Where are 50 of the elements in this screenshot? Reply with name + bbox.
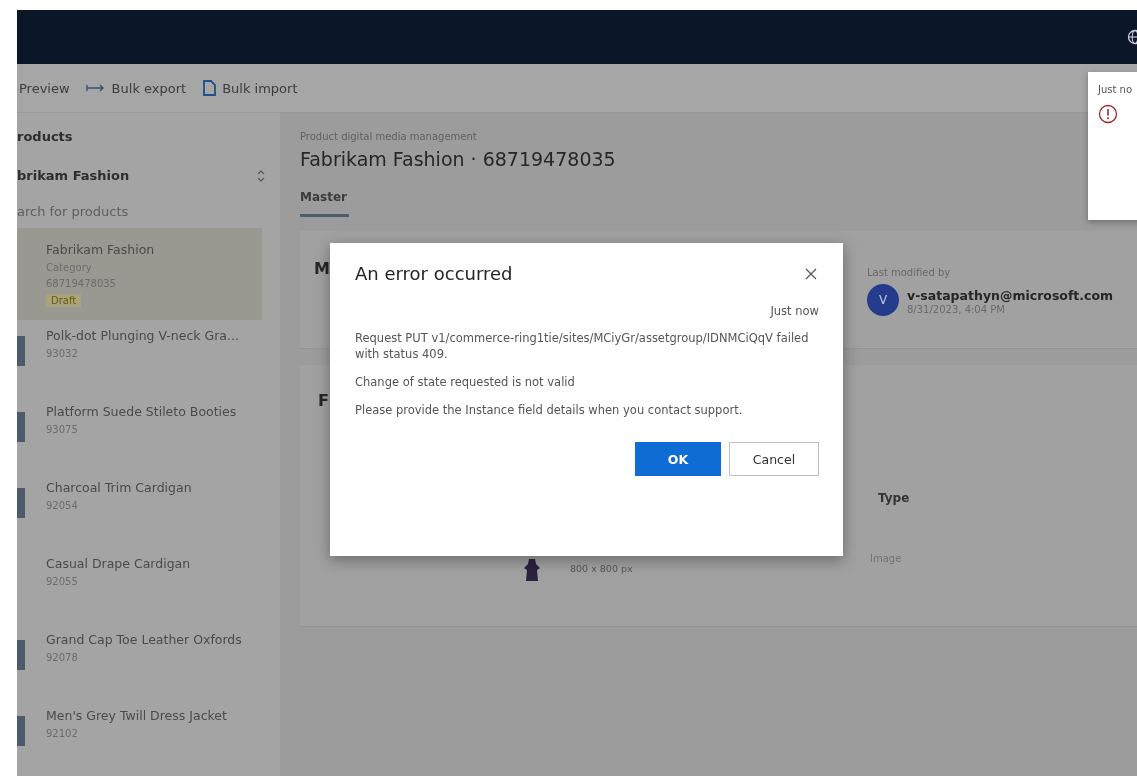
product-name: Polk-dot Plunging V-neck Gra...	[46, 328, 239, 343]
product-list-item[interactable]: Charcoal Trim Cardigan 92054	[17, 472, 280, 548]
close-icon	[805, 267, 817, 280]
document-icon	[202, 80, 217, 96]
error-message: Change of state requested is not valid	[355, 374, 576, 391]
panel-title: roducts	[17, 129, 74, 144]
cancel-button[interactable]: Cancel	[729, 442, 819, 477]
column-header: Type	[878, 491, 911, 505]
product-list-item[interactable]: Grand Cap Toe Leather Oxfords 92078	[17, 624, 280, 700]
product-id: 92054	[46, 500, 79, 511]
toolbar-button[interactable]: Preview	[17, 80, 70, 96]
product-name: Men's Grey Twill Dress Jacket	[46, 708, 227, 723]
product-id: 93032	[46, 348, 79, 359]
page-title: Fabrikam Fashion · 68719478035	[300, 148, 617, 170]
product-list-item[interactable]: Men's Grey Twill Dress Jacket 92102	[17, 700, 280, 776]
chevron-updown-icon	[256, 168, 266, 183]
product-id: 93075	[46, 424, 79, 435]
toast-time: Just no	[1098, 84, 1134, 95]
dress-icon	[522, 559, 542, 581]
avatar: V	[867, 284, 899, 316]
product-list-item[interactable]: Casual Drape Cardigan 92055	[17, 548, 280, 624]
product-name: Fabrikam Fashion	[46, 242, 155, 258]
product-name: Casual Drape Cardigan	[46, 556, 191, 571]
product-list-item[interactable]: Polk-dot Plunging V-neck Gra... 93032	[17, 320, 280, 396]
modified-label: Last modified by	[867, 267, 952, 278]
product-list-item[interactable]: Platform Suede Stileto Booties 93075	[17, 396, 280, 472]
product-id: 92102	[46, 728, 79, 739]
arrow-icon	[85, 82, 106, 94]
image-size: 800 x 800 px	[570, 563, 634, 574]
status-badge: Draft	[46, 294, 82, 308]
tab[interactable]: Master	[300, 190, 349, 217]
timestamp: Just now	[769, 304, 819, 318]
card-heading: F	[318, 391, 329, 410]
breadcrumb: Product digital media management	[300, 131, 478, 142]
dialog-title: An error occurred	[355, 263, 513, 284]
error-message: Request PUT v1/commerce-ring1tie/sites/MCiyGr/assetgroup/IDNMCiQqV failed with status 409.	[355, 330, 810, 363]
ok-button[interactable]: OK	[635, 442, 721, 477]
toolbar-button[interactable]: Bulk import	[200, 80, 298, 96]
search-field[interactable]: arch for products	[17, 201, 280, 223]
warning-icon	[1098, 104, 1118, 124]
error-message: Please provide the Instance field details when you contact support.	[355, 402, 744, 419]
product-name: Grand Cap Toe Leather Oxfords	[46, 632, 242, 647]
catalog-name: brikam Fashion	[17, 168, 130, 183]
user-email: v-satapathyn@microsoft.com	[907, 288, 1114, 303]
product-name: Charcoal Trim Cardigan	[46, 480, 192, 495]
toolbar-button[interactable]: Bulk export	[83, 80, 187, 96]
product-id: 92078	[46, 652, 79, 663]
product-name: Platform Suede Stileto Booties	[46, 404, 237, 419]
product-id: 92055	[46, 576, 79, 587]
card-heading: M	[314, 259, 330, 280]
